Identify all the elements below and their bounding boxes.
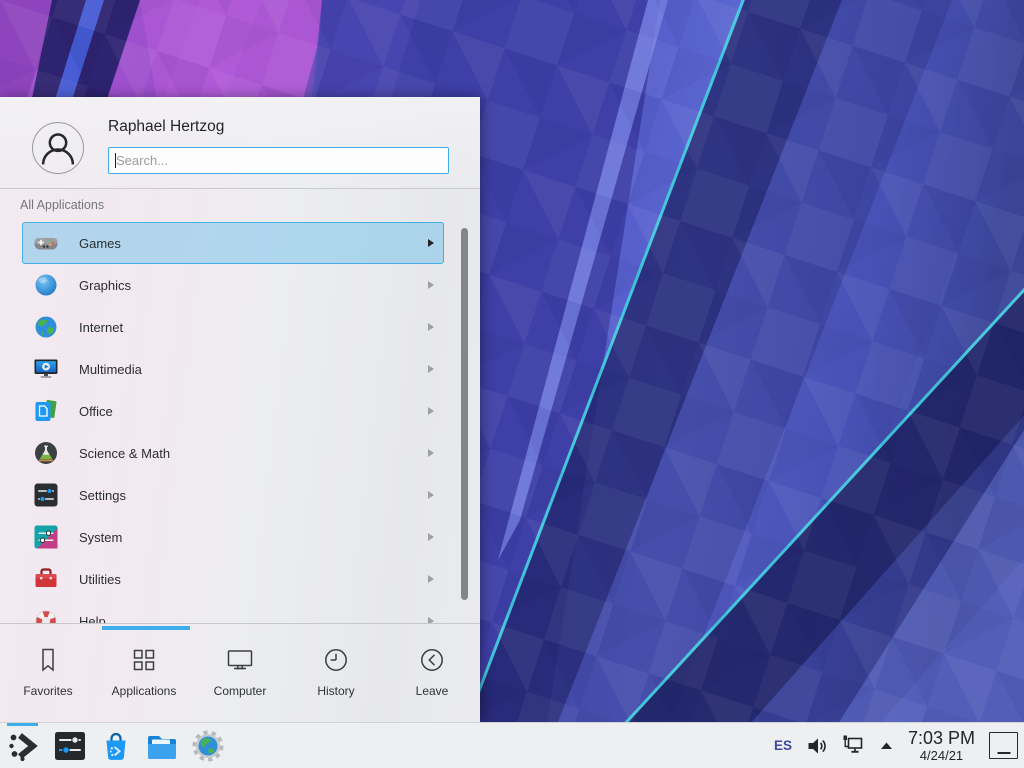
web-browser-button[interactable] — [191, 729, 225, 763]
category-label: Graphics — [79, 278, 428, 293]
lifebuoy-icon — [33, 608, 59, 623]
tab-history[interactable]: History — [288, 624, 384, 722]
system-settings-button[interactable] — [53, 729, 87, 763]
digital-clock[interactable]: 7:03 PM 4/24/21 — [908, 729, 975, 763]
discover-icon — [99, 729, 133, 763]
globe-icon — [33, 314, 59, 340]
submenu-arrow-icon — [428, 449, 434, 457]
tab-leave[interactable]: Leave — [384, 624, 480, 722]
user-icon — [33, 123, 83, 173]
clock-time: 7:03 PM — [908, 729, 975, 748]
category-item-help[interactable]: Help — [22, 600, 444, 623]
app-launcher-button[interactable] — [7, 729, 41, 763]
settings-sliders-icon — [33, 482, 59, 508]
category-label: Utilities — [79, 572, 428, 587]
documents-icon — [33, 398, 59, 424]
kde-launcher-icon — [7, 729, 41, 763]
category-label: Internet — [79, 320, 428, 335]
keyboard-layout-indicator[interactable]: ES — [774, 738, 792, 753]
expand-tray-icon[interactable] — [879, 738, 894, 753]
show-desktop-button[interactable] — [989, 732, 1018, 759]
category-label: Multimedia — [79, 362, 428, 377]
taskbar: ES — [0, 722, 1024, 768]
web-browser-icon — [191, 729, 225, 763]
clock-date: 4/24/21 — [920, 748, 963, 763]
category-item-settings[interactable]: Settings — [22, 474, 444, 516]
system-sliders-icon — [33, 524, 59, 550]
tab-label: Applications — [112, 684, 177, 698]
user-name: Raphael Hertzog — [108, 118, 224, 136]
tab-applications[interactable]: Applications — [96, 624, 192, 722]
submenu-arrow-icon — [428, 323, 434, 331]
search-field[interactable] — [108, 147, 449, 174]
computer-icon — [225, 645, 255, 675]
category-label: Settings — [79, 488, 428, 503]
submenu-arrow-icon — [428, 281, 434, 289]
section-label: All Applications — [20, 198, 104, 212]
wired-network-icon[interactable] — [842, 734, 865, 757]
category-label: Office — [79, 404, 428, 419]
launcher-header: Raphael Hertzog — [0, 97, 480, 188]
category-item-internet[interactable]: Internet — [22, 306, 444, 348]
submenu-arrow-icon — [428, 365, 434, 373]
tab-label: Favorites — [23, 684, 72, 698]
category-list: Games Graphics — [0, 222, 480, 623]
history-clock-icon — [321, 645, 351, 675]
volume-icon[interactable] — [806, 735, 828, 757]
category-label: Help — [79, 614, 428, 624]
category-label: Science & Math — [79, 446, 428, 461]
text-cursor — [115, 153, 116, 168]
tab-favorites[interactable]: Favorites — [0, 624, 96, 722]
taskbar-pinned-apps — [0, 723, 225, 768]
bookmark-icon — [33, 645, 63, 675]
header-separator — [0, 188, 480, 189]
file-manager-button[interactable] — [145, 729, 179, 763]
submenu-arrow-icon — [428, 533, 434, 541]
category-item-graphics[interactable]: Graphics — [22, 264, 444, 306]
category-item-games[interactable]: Games — [22, 222, 444, 264]
active-tab-indicator — [102, 626, 190, 630]
submenu-arrow-icon — [428, 407, 434, 415]
desktop: Raphael Hertzog All Applications — [0, 0, 1024, 768]
flask-icon — [33, 440, 59, 466]
tab-bar: Favorites Applications Computer — [0, 623, 480, 722]
system-settings-icon — [53, 729, 87, 763]
discover-button[interactable] — [99, 729, 133, 763]
category-item-multimedia[interactable]: Multimedia — [22, 348, 444, 390]
submenu-arrow-icon — [428, 239, 434, 247]
tab-label: Computer — [214, 684, 267, 698]
scrollbar-thumb[interactable] — [461, 228, 468, 600]
toolbox-icon — [33, 566, 59, 592]
search-input[interactable] — [109, 148, 448, 173]
tab-computer[interactable]: Computer — [192, 624, 288, 722]
submenu-arrow-icon — [428, 491, 434, 499]
gamepad-icon — [33, 230, 59, 256]
leave-icon — [417, 645, 447, 675]
show-desktop-icon — [997, 752, 1010, 754]
user-avatar[interactable] — [32, 122, 84, 174]
category-item-office[interactable]: Office — [22, 390, 444, 432]
category-label: Games — [79, 236, 428, 251]
active-task-indicator — [7, 723, 38, 726]
folder-icon — [145, 729, 179, 763]
category-item-science-math[interactable]: Science & Math — [22, 432, 444, 474]
application-launcher-menu: Raphael Hertzog All Applications — [0, 97, 480, 722]
media-screen-icon — [33, 356, 59, 382]
system-tray: ES — [774, 723, 1024, 768]
tab-label: History — [317, 684, 354, 698]
app-grid-icon — [129, 645, 159, 675]
category-label: System — [79, 530, 428, 545]
category-item-system[interactable]: System — [22, 516, 444, 558]
tab-label: Leave — [416, 684, 449, 698]
category-item-utilities[interactable]: Utilities — [22, 558, 444, 600]
submenu-arrow-icon — [428, 575, 434, 583]
sphere-icon — [33, 272, 59, 298]
